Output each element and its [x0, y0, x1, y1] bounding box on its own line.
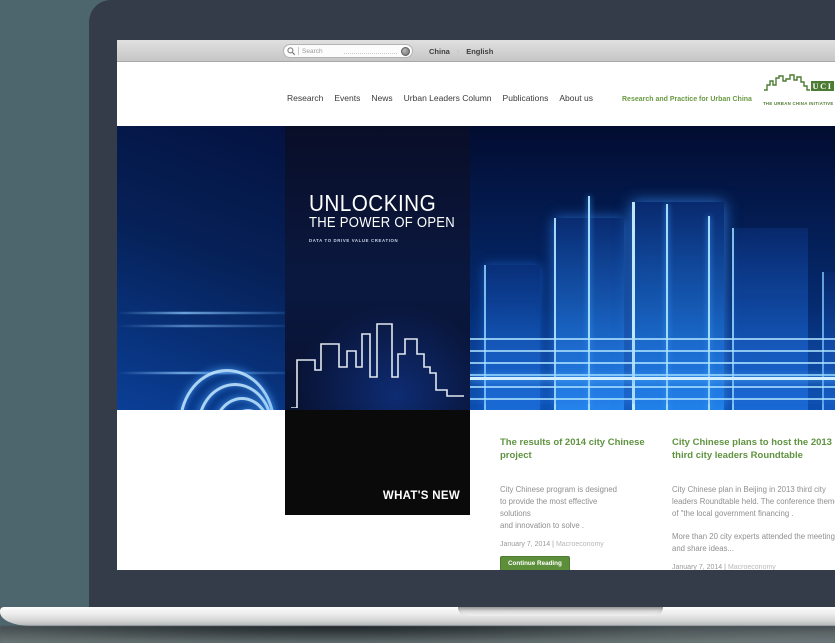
article-card: The results of 2014 city Chinese project… [500, 437, 655, 570]
article-title-link[interactable]: City Chinese plans to host the 2013 thir… [672, 437, 835, 463]
article-date: January 7, 2014 [500, 541, 550, 548]
article-card: City Chinese plans to host the 2013 thir… [672, 437, 835, 570]
meta-separator: | [724, 564, 726, 570]
light-streak [117, 312, 285, 314]
laptop-mockup: China · English Research Events News Urb… [0, 0, 835, 643]
uci-logo-name: THE URBAN CHINA INITIATIVE [763, 101, 835, 106]
article-meta: January 7, 2014 | Macroeconomy [500, 541, 655, 548]
whats-new-panel: WHAT'S NEW [285, 410, 470, 515]
hero-subtitle: DATA TO DRIVE VALUE CREATION [309, 239, 455, 244]
nav-item-research[interactable]: Research [287, 93, 323, 103]
uci-logo[interactable]: UCI THE URBAN CHINA INITIATIVE [763, 74, 835, 106]
light-streak [117, 325, 285, 327]
language-switcher: China · English [429, 40, 493, 62]
search-bar[interactable] [283, 44, 413, 58]
language-english[interactable]: English [466, 47, 493, 56]
whats-new-label: WHAT'S NEW [383, 490, 460, 502]
article-meta: January 7, 2014 | Macroeconomy [672, 564, 835, 570]
nav-item-news[interactable]: News [371, 93, 392, 103]
neon-rings-icon [179, 351, 285, 410]
search-button-icon[interactable] [401, 47, 410, 56]
uci-logo-acronym: UCI [812, 81, 832, 91]
article-title-link[interactable]: The results of 2014 city Chinese project [500, 437, 655, 463]
hero-title-block: UNLOCKING THE POWER OF OPEN DATA TO DRIV… [309, 192, 455, 244]
nav-item-publications[interactable]: Publications [503, 93, 549, 103]
hero-message-panel: UNLOCKING THE POWER OF OPEN DATA TO DRIV… [285, 126, 470, 410]
continue-reading-button[interactable]: Continue Reading [500, 556, 570, 570]
hero-title-line1: UNLOCKING [309, 192, 455, 215]
meta-separator: | [552, 541, 554, 548]
laptop-shadow [0, 626, 835, 643]
language-china[interactable]: China [429, 47, 450, 56]
search-input[interactable] [302, 48, 344, 55]
laptop-base [0, 607, 835, 626]
nav-item-about-us[interactable]: About us [559, 93, 593, 103]
hero-banner [117, 126, 835, 410]
uci-logo-skyline-icon: UCI [763, 74, 835, 95]
article-date: January 7, 2014 [672, 564, 722, 570]
hero-title-line2: THE POWER OF OPEN [309, 215, 455, 232]
nav-item-events[interactable]: Events [334, 93, 360, 103]
search-divider [298, 47, 299, 55]
article-excerpt-2: More than 20 city experts attended the m… [672, 531, 835, 555]
nav-item-urban-leaders-column[interactable]: Urban Leaders Column [404, 93, 492, 103]
city-skyline-outline-icon [291, 320, 464, 408]
main-navigation: Research Events News Urban Leaders Colum… [287, 93, 593, 103]
laptop-lid-notch [458, 607, 663, 616]
hero-city-image-right [470, 126, 835, 410]
language-separator: · [457, 48, 459, 55]
hero-city-image-left [117, 126, 285, 410]
browser-chrome-bar: China · English [117, 40, 835, 62]
article-category-link[interactable]: Macroeconomy [556, 541, 604, 548]
site-tagline: Research and Practice for Urban China [622, 96, 752, 103]
laptop-screen: China · English Research Events News Urb… [117, 40, 835, 570]
light-trail-bright [470, 377, 835, 380]
article-excerpt: City Chinese plan in Beijing in 2013 thi… [672, 484, 835, 520]
search-dotted-line [344, 48, 397, 54]
hero-center-panel: UNLOCKING THE POWER OF OPEN DATA TO DRIV… [285, 126, 470, 515]
article-category-link[interactable]: Macroeconomy [728, 564, 776, 570]
light-trails [470, 338, 835, 404]
article-excerpt: City Chinese program is designed to prov… [500, 484, 655, 532]
search-icon [287, 47, 296, 56]
